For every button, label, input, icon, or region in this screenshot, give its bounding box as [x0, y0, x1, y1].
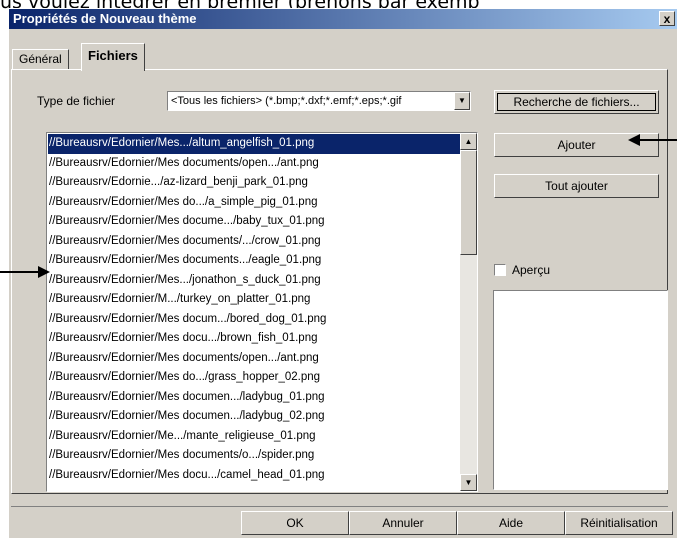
- file-list-item[interactable]: //Bureausrv/Edornier/Mes docu.../camel_h…: [48, 466, 460, 486]
- cancel-button[interactable]: Annuler: [349, 511, 457, 535]
- search-files-button[interactable]: Recherche de fichiers...: [494, 90, 659, 114]
- cancel-label: Annuler: [382, 516, 424, 530]
- scroll-up-icon[interactable]: ▲: [460, 133, 477, 150]
- search-files-label: Recherche de fichiers...: [513, 95, 640, 109]
- file-list-item[interactable]: //Bureausrv/Edornier/Mes docume.../baby_…: [48, 212, 460, 232]
- file-list-items: //Bureausrv/Edornier/Mes.../altum_angelf…: [48, 134, 460, 485]
- properties-dialog: Propriétés de Nouveau thème x Général Fi…: [8, 8, 677, 538]
- file-list[interactable]: //Bureausrv/Edornier/Mes.../altum_angelf…: [46, 132, 478, 492]
- scroll-thumb[interactable]: [460, 150, 477, 255]
- file-type-label: Type de fichier: [37, 94, 116, 108]
- add-all-button[interactable]: Tout ajouter: [494, 174, 659, 198]
- file-list-item[interactable]: //Bureausrv/Edornier/Mes do.../a_simple_…: [48, 193, 460, 213]
- help-button[interactable]: Aide: [457, 511, 565, 535]
- preview-label: Aperçu: [512, 263, 551, 277]
- preview-checkbox[interactable]: [494, 264, 506, 276]
- file-list-item[interactable]: //Bureausrv/Edornier/Mes documents/.../c…: [48, 232, 460, 252]
- reset-button[interactable]: Réinitialisation: [565, 511, 673, 535]
- file-list-item[interactable]: //Bureausrv/Edornier/Me.../mante_religie…: [48, 427, 460, 447]
- add-label: Ajouter: [557, 138, 596, 152]
- add-all-label: Tout ajouter: [545, 179, 608, 193]
- close-button[interactable]: x: [659, 11, 675, 26]
- file-list-item[interactable]: //Bureausrv/Edornier/Mes documen.../lady…: [48, 388, 460, 408]
- file-list-item[interactable]: //Bureausrv/Edornier/Mes documents/open.…: [48, 349, 460, 369]
- file-list-item[interactable]: //Bureausrv/Edornier/Mes documents/o.../…: [48, 446, 460, 466]
- ok-button[interactable]: OK: [241, 511, 349, 535]
- file-type-value: <Tous les fichiers> (*.bmp;*.dxf;*.emf;*…: [171, 95, 402, 107]
- file-type-select[interactable]: <Tous les fichiers> (*.bmp;*.dxf;*.emf;*…: [167, 91, 471, 111]
- dialog-title: Propriétés de Nouveau thème: [13, 11, 197, 26]
- tab-general[interactable]: Général: [12, 49, 69, 69]
- divider: [11, 506, 668, 507]
- annotation-arrow-right-icon: [0, 266, 50, 278]
- scroll-down-icon[interactable]: ▼: [460, 474, 477, 491]
- chevron-down-icon[interactable]: ▼: [454, 92, 470, 110]
- file-list-item[interactable]: //Bureausrv/Edornier/Mes.../jonathon_s_d…: [48, 271, 460, 291]
- file-list-item[interactable]: //Bureausrv/Edornier/Mes documen.../lady…: [48, 407, 460, 427]
- file-list-item[interactable]: //Bureausrv/Edornie.../az-lizard_benji_p…: [48, 173, 460, 193]
- ok-label: OK: [286, 516, 304, 530]
- file-list-scrollbar[interactable]: ▲ ▼: [460, 133, 477, 491]
- file-list-item[interactable]: //Bureausrv/Edornier/Mes documents.../ea…: [48, 251, 460, 271]
- file-list-item[interactable]: //Bureausrv/Edornier/Mes docum.../bored_…: [48, 310, 460, 330]
- file-list-item[interactable]: //Bureausrv/Edornier/Mes documents/open.…: [48, 154, 460, 174]
- preview-pane: [493, 290, 668, 490]
- reset-label: Réinitialisation: [580, 516, 658, 530]
- tab-files[interactable]: Fichiers: [81, 43, 145, 71]
- file-list-item[interactable]: //Bureausrv/Edornier/Mes.../altum_angelf…: [48, 134, 460, 154]
- annotation-arrow-left-icon: [628, 134, 677, 146]
- file-list-item[interactable]: //Bureausrv/Edornier/Mes do.../grass_hop…: [48, 368, 460, 388]
- help-label: Aide: [498, 516, 524, 530]
- file-list-item[interactable]: //Bureausrv/Edornier/M.../turkey_on_plat…: [48, 290, 460, 310]
- dialog-titlebar: Propriétés de Nouveau thème x: [9, 9, 677, 29]
- file-list-item[interactable]: //Bureausrv/Edornier/Mes docu.../brown_f…: [48, 329, 460, 349]
